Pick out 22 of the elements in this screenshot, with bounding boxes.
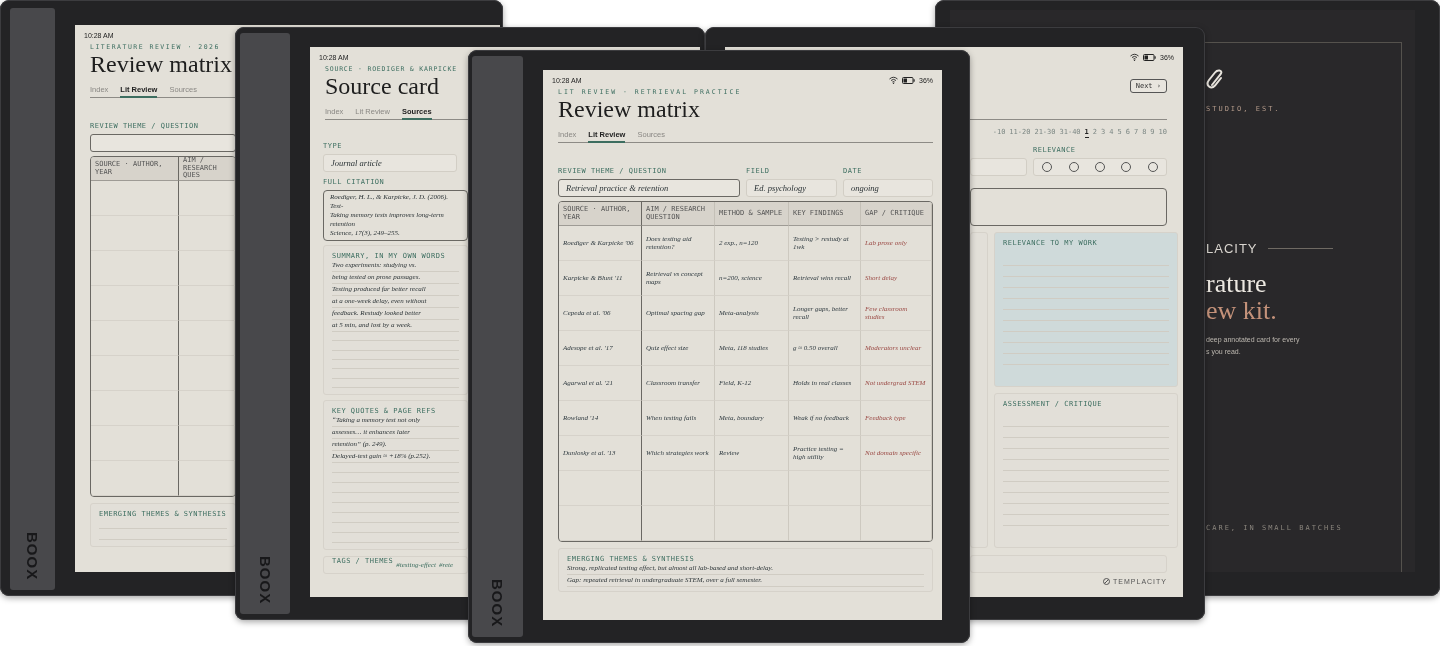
brand-wordmark: LACITY — [1206, 241, 1258, 256]
battery-icon — [902, 76, 915, 84]
table-cell — [789, 506, 861, 541]
text-field[interactable]: Journal article — [323, 154, 457, 172]
text-field[interactable] — [90, 134, 236, 152]
table-cell — [861, 471, 932, 506]
text-field[interactable]: ongoing — [843, 179, 933, 197]
battery-icon — [1143, 53, 1156, 61]
text-field[interactable]: Retrieval practice & retention — [558, 179, 740, 197]
wifi-icon — [1130, 53, 1139, 61]
cover-headline: rature — [1206, 270, 1267, 297]
relevance-rating[interactable] — [1033, 158, 1167, 176]
cover-headline: ew kit. — [1206, 297, 1277, 324]
table-cell — [861, 506, 932, 541]
table-cell — [789, 471, 861, 506]
page-title: Review matrix — [90, 51, 232, 77]
text-field[interactable]: Ed. psychology — [746, 179, 837, 197]
logo-icon — [1103, 578, 1111, 585]
page-title: Review matrix — [558, 96, 700, 122]
wifi-icon — [889, 76, 898, 84]
page-title: Source card — [325, 73, 439, 99]
divider-line — [1267, 248, 1333, 249]
